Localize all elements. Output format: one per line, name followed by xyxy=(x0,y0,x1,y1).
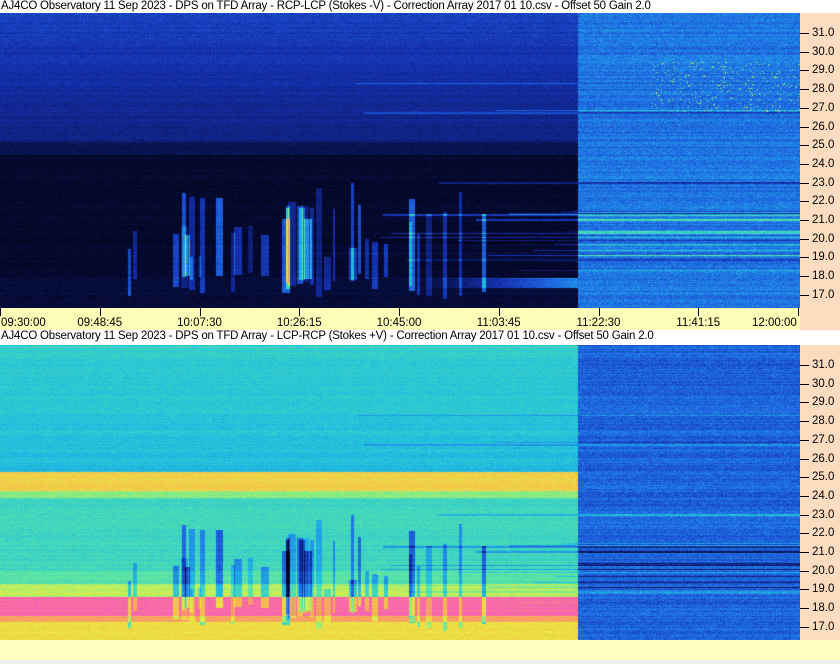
tick-mark xyxy=(800,608,809,610)
y-tick-label: 25.0 xyxy=(812,471,835,484)
x-tick-label: 09:48:45 xyxy=(77,317,123,329)
top-spectrogram-plot xyxy=(0,13,800,308)
y-tick-label: 26.0 xyxy=(812,452,835,465)
y-tick-label: 27.0 xyxy=(812,433,835,446)
tick-mark xyxy=(800,365,809,366)
tick-mark xyxy=(800,276,809,278)
tick-mark xyxy=(800,552,809,553)
x-tick-label: 12:00:00 xyxy=(752,317,797,329)
x-tick-label: 09:30:00 xyxy=(1,317,46,329)
y-tick-label: 19.0 xyxy=(812,583,835,596)
tick-mark xyxy=(800,570,809,572)
tick-mark xyxy=(800,533,809,535)
tick-mark xyxy=(800,421,809,423)
y-tick-label: 24.0 xyxy=(812,489,835,502)
x-tick-label: 10:26:15 xyxy=(276,317,322,329)
y-tick-label: 24.0 xyxy=(812,157,835,170)
axis-corner xyxy=(800,308,840,330)
tick-mark xyxy=(800,220,809,221)
y-tick-label: 29.0 xyxy=(812,396,835,409)
y-tick-label: 26.0 xyxy=(812,120,835,133)
y-tick-label: 28.0 xyxy=(812,415,835,428)
y-tick-label: 22.0 xyxy=(812,195,835,208)
y-tick-label: 18.0 xyxy=(812,270,835,283)
y-tick-label: 30.0 xyxy=(812,377,835,390)
tick-mark xyxy=(800,514,809,516)
tick-mark xyxy=(399,308,400,316)
tick-mark xyxy=(698,308,700,316)
y-tick-label: 23.0 xyxy=(812,176,835,189)
tick-mark xyxy=(800,126,809,128)
tick-mark xyxy=(299,308,301,316)
tick-mark xyxy=(800,163,809,165)
top-spectrogram-title: AJ4CO Observatory 11 Sep 2023 - DPS on T… xyxy=(0,0,840,13)
tick-mark xyxy=(800,477,809,479)
y-tick-label: 17.0 xyxy=(812,288,835,301)
time-axis: 09:30:00 09:48:45 10:07:30 10:26:15 10:45:00… xyxy=(0,308,800,330)
tick-mark xyxy=(800,182,809,184)
tick-mark xyxy=(800,89,809,91)
y-tick-label: 20.0 xyxy=(812,232,835,245)
y-tick-label: 25.0 xyxy=(812,139,835,152)
bottom-spectrogram-title: AJ4CO Observatory 11 Sep 2023 - DPS on T… xyxy=(0,330,840,345)
y-tick-label: 21.0 xyxy=(812,546,835,558)
y-tick-label: 19.0 xyxy=(812,251,835,264)
tick-mark xyxy=(800,238,809,240)
tick-mark xyxy=(800,201,809,203)
tick-mark xyxy=(800,495,809,497)
y-tick-label: 20.0 xyxy=(812,564,835,577)
y-tick-label: 31.0 xyxy=(812,359,835,371)
y-tick-label: 21.0 xyxy=(812,214,835,226)
y-tick-label: 29.0 xyxy=(812,64,835,77)
tick-mark xyxy=(800,33,809,34)
tick-mark xyxy=(800,589,809,591)
y-tick-label: 27.0 xyxy=(812,101,835,114)
y-tick-label: 28.0 xyxy=(812,83,835,96)
y-tick-label: 23.0 xyxy=(812,508,835,521)
tick-mark xyxy=(798,308,799,316)
tick-mark xyxy=(99,308,101,316)
tick-mark xyxy=(498,308,500,316)
tick-mark xyxy=(800,294,809,296)
bottom-strip xyxy=(0,640,840,660)
bottom-spectrogram-plot xyxy=(0,345,800,640)
tick-mark xyxy=(800,51,809,53)
x-tick-label: 10:07:30 xyxy=(177,317,222,329)
top-frequency-axis: 31.0 30.0 29.0 28.0 27.0 26.0 25.0 24.0 23.0 22.0… xyxy=(800,13,840,308)
x-tick-label: 11:41:15 xyxy=(676,317,721,329)
tick-mark xyxy=(598,308,600,316)
tick-mark xyxy=(800,626,809,628)
x-tick-label: 10:45:00 xyxy=(376,317,422,329)
y-tick-label: 31.0 xyxy=(812,27,835,39)
x-tick-label: 11:22:30 xyxy=(576,317,621,329)
y-tick-label: 17.0 xyxy=(812,620,835,633)
tick-mark xyxy=(0,308,1,316)
tick-mark xyxy=(800,383,809,385)
tick-mark xyxy=(800,145,809,147)
x-tick-label: 11:03:45 xyxy=(476,317,521,329)
tick-mark xyxy=(800,107,809,109)
y-tick-label: 22.0 xyxy=(812,527,835,540)
tick-mark xyxy=(199,308,201,316)
tick-mark xyxy=(800,257,809,259)
tick-mark xyxy=(800,70,809,72)
y-tick-label: 18.0 xyxy=(812,602,835,615)
bottom-frequency-axis: 31.0 30.0 29.0 28.0 27.0 26.0 25.0 24.0 23.0 22.0… xyxy=(800,345,840,640)
tick-mark xyxy=(800,458,809,460)
y-tick-label: 30.0 xyxy=(812,45,835,58)
tick-mark xyxy=(800,439,809,441)
tick-mark xyxy=(800,402,809,404)
